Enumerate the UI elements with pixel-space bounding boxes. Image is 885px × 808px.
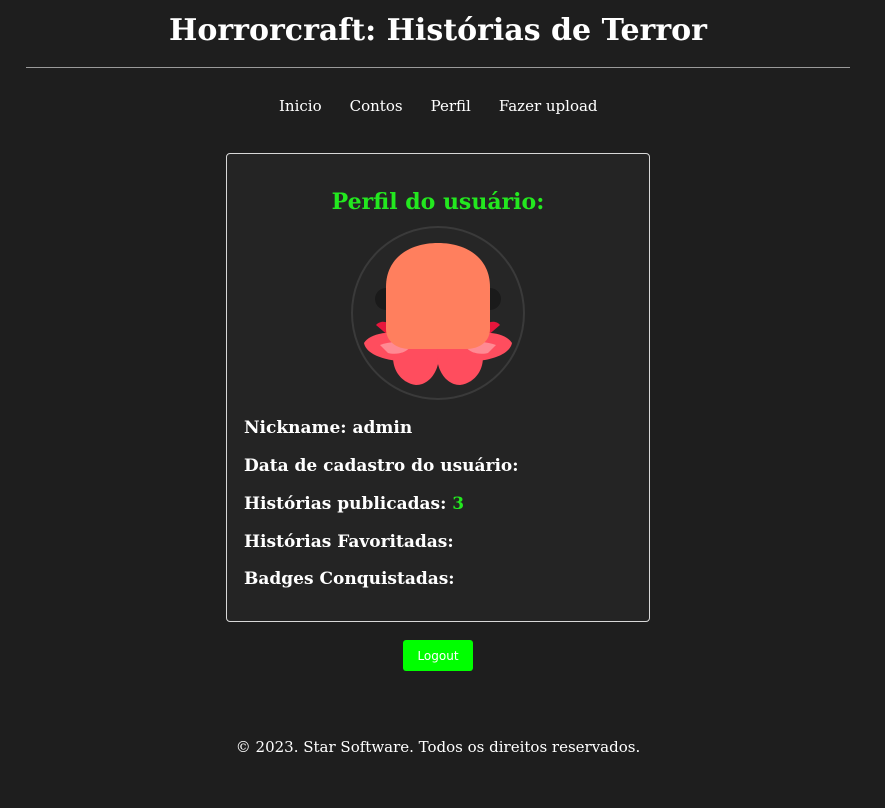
nickname-line: Nickname: admin bbox=[244, 416, 412, 440]
badges-line: Badges Conquistadas: bbox=[244, 567, 455, 591]
main-nav: Inicio Contos Perfil Fazer upload bbox=[265, 94, 612, 118]
signup-date-label: Data de cadastro do usuário: bbox=[244, 456, 519, 476]
favorite-stories-label: Histórias Favoritadas: bbox=[244, 532, 454, 552]
nickname-value: admin bbox=[352, 418, 413, 438]
published-stories-label: Histórias publicadas: bbox=[244, 494, 447, 514]
nickname-label: Nickname: bbox=[244, 418, 347, 438]
octopus-icon bbox=[351, 226, 525, 400]
nav-item-fazer-upload[interactable]: Fazer upload bbox=[499, 94, 598, 118]
published-stories-count: 3 bbox=[452, 494, 465, 514]
badges-label: Badges Conquistadas: bbox=[244, 569, 455, 589]
nav-item-perfil[interactable]: Perfil bbox=[431, 94, 471, 118]
nav-item-inicio[interactable]: Inicio bbox=[279, 94, 322, 118]
signup-date-line: Data de cadastro do usuário: bbox=[244, 454, 519, 478]
published-stories-line: Histórias publicadas: 3 bbox=[244, 492, 464, 516]
site-title: Horrorcraft: Histórias de Terror bbox=[169, 13, 707, 48]
avatar bbox=[350, 225, 526, 401]
nav-item-contos[interactable]: Contos bbox=[350, 94, 403, 118]
profile-card: Perfil do usuário: Nickname: admin Data … bbox=[226, 153, 650, 622]
favorite-stories-line: Histórias Favoritadas: bbox=[244, 530, 454, 554]
logout-button[interactable]: Logout bbox=[403, 640, 473, 671]
profile-title: Perfil do usuário: bbox=[331, 189, 545, 215]
footer-copyright: © 2023. Star Software. Todos os direitos… bbox=[235, 738, 641, 756]
header-divider bbox=[26, 67, 850, 68]
